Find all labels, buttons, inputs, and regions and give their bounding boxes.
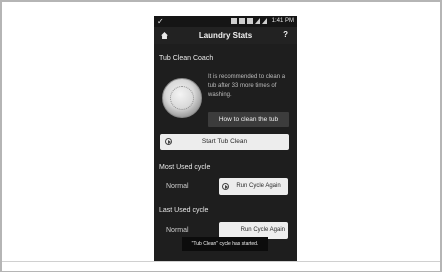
- check-icon: ✓: [157, 17, 164, 26]
- help-icon[interactable]: ?: [283, 30, 288, 39]
- tub-clean-message: It is recommended to clean a tub after 3…: [208, 74, 286, 98]
- last-used-cycle-name: Normal: [166, 227, 189, 234]
- most-used-cycle-name: Normal: [166, 183, 189, 190]
- status-icons: [231, 18, 267, 24]
- start-tub-clean-label: Start Tub Clean: [201, 138, 248, 145]
- play-icon: [222, 183, 229, 190]
- frame-bottom-strip: [2, 261, 440, 271]
- phone-screen: ✓ 1:41 PM Laundry Stats ? Tub Clean Coac…: [154, 16, 297, 261]
- drum-inner-ring: [170, 86, 194, 110]
- cast-icon: [231, 18, 237, 24]
- washer-drum-image: [162, 78, 202, 118]
- start-tub-clean-button[interactable]: Start Tub Clean: [160, 134, 289, 150]
- signal-icon: [262, 18, 267, 24]
- run-cycle-again-label: Run Cycle Again: [236, 183, 281, 189]
- tub-clean-coach-title: Tub Clean Coach: [159, 55, 214, 62]
- title-bar: Laundry Stats ?: [154, 27, 297, 44]
- last-used-cycle-title: Last Used cycle: [159, 207, 209, 214]
- run-cycle-again-label-last: Run Cycle Again: [240, 227, 285, 233]
- toast-message: "Tub Clean" cycle has started.: [182, 237, 268, 251]
- status-time: 1:41 PM: [271, 18, 294, 24]
- run-cycle-again-button[interactable]: Run Cycle Again: [219, 178, 288, 195]
- status-bar: ✓ 1:41 PM: [154, 16, 297, 27]
- sim-icon: [247, 18, 253, 24]
- app-title: Laundry Stats: [198, 31, 253, 40]
- wifi-icon: [255, 18, 260, 24]
- most-used-cycle-title: Most Used cycle: [159, 164, 211, 171]
- vibrate-icon: [239, 18, 245, 24]
- how-to-clean-button[interactable]: How to clean the tub: [208, 112, 289, 127]
